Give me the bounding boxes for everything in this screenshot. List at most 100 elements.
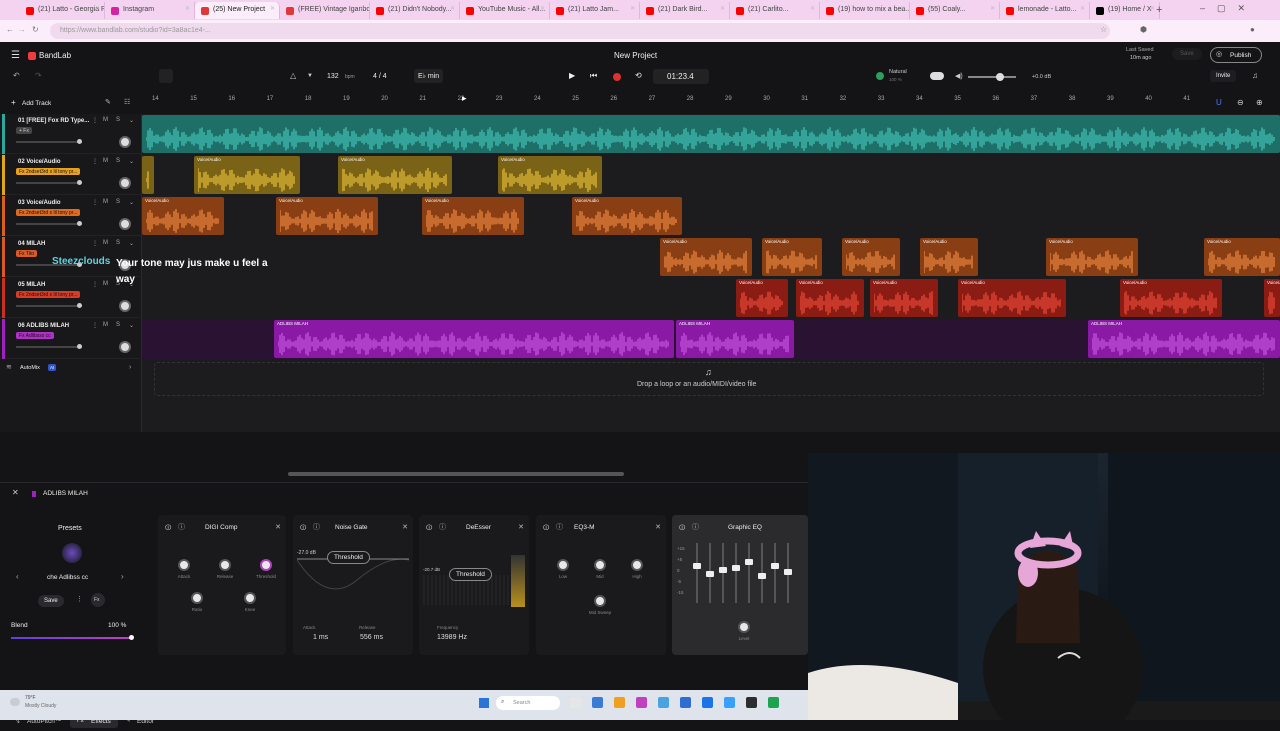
- taskbar-app-icon[interactable]: [570, 697, 581, 708]
- magnet-icon[interactable]: U: [1216, 99, 1222, 107]
- chevron-down-icon[interactable]: ⌄: [129, 158, 134, 165]
- audio-region[interactable]: Voice/Audio: [1046, 238, 1138, 276]
- reload-icon[interactable]: ↻: [32, 26, 39, 34]
- track-volume-slider[interactable]: [16, 139, 82, 144]
- invite-button[interactable]: Invite: [1210, 70, 1237, 82]
- effect-card[interactable]: ⏼ ⓘ EQ3-M ✕ Low Mid High Mid Sweep: [536, 515, 666, 655]
- more-options-icon[interactable]: ⋮: [92, 240, 98, 247]
- eq-band-slider[interactable]: [774, 543, 776, 603]
- menu-icon[interactable]: ☰: [11, 51, 20, 61]
- natural-toggle[interactable]: [930, 72, 944, 80]
- preset-save-button[interactable]: Save: [38, 595, 64, 607]
- knob[interactable]: [244, 592, 256, 604]
- new-tab-button[interactable]: +: [1156, 4, 1162, 16]
- forward-icon[interactable]: →: [18, 26, 26, 34]
- chevron-right-icon[interactable]: ›: [129, 364, 131, 371]
- track-volume-slider[interactable]: [16, 303, 82, 308]
- fx-chain-button[interactable]: Fx: [91, 593, 105, 607]
- browser-tab[interactable]: (FREE) Vintage Iganbo... ✕: [280, 2, 370, 19]
- eq-band-thumb[interactable]: [693, 563, 701, 569]
- track-lane[interactable]: Voice/Audio Voice/Audio Voice/Audio: [142, 155, 1280, 195]
- track-pan-knob[interactable]: [119, 218, 131, 230]
- track-name[interactable]: 01 [FREE] Fox RD Type...: [18, 118, 89, 124]
- taskbar-app-icon[interactable]: [658, 697, 669, 708]
- track-fx-chip[interactable]: Fx 2ndset3rd x lil tony pr...: [16, 209, 81, 216]
- eq-band-slider[interactable]: [722, 543, 724, 603]
- more-options-icon[interactable]: ⋮: [92, 117, 98, 124]
- track-volume-slider[interactable]: [16, 180, 82, 185]
- blend-slider-thumb[interactable]: [129, 635, 134, 640]
- audio-region[interactable]: ADLIBS MILAH: [274, 320, 674, 358]
- browser-tab[interactable]: lemonade - Latto... ✕: [1000, 2, 1090, 19]
- knob[interactable]: [219, 559, 231, 571]
- browser-tab[interactable]: (21) Latto Jam... ✕: [550, 2, 640, 19]
- volume-thumb[interactable]: [77, 139, 82, 144]
- zoom-in-icon[interactable]: ⊕: [1256, 99, 1263, 107]
- eq-band-thumb[interactable]: [745, 559, 753, 565]
- power-toggle-icon[interactable]: ⏼: [543, 524, 549, 532]
- track-lane[interactable]: Voice/Audio Voice/Audio Voice/Audio Voice/A…: [142, 237, 1280, 277]
- tab-close-icon[interactable]: ✕: [1080, 6, 1085, 12]
- audio-region[interactable]: Voice/Audio: [194, 156, 300, 194]
- chevron-down-icon[interactable]: ⌄: [129, 199, 134, 206]
- audio-region[interactable]: Voice/Audio: [762, 238, 822, 276]
- track-name[interactable]: 02 Voice/Audio: [18, 159, 61, 165]
- chevron-down-icon[interactable]: ▼: [307, 73, 313, 79]
- skip-back-icon[interactable]: ⏮: [590, 72, 597, 80]
- undo-icon[interactable]: ↶: [13, 72, 20, 80]
- deesser-band[interactable]: [511, 555, 525, 607]
- audio-region[interactable]: ADLIBS MILAH: [676, 320, 794, 358]
- master-volume-thumb[interactable]: [996, 73, 1004, 81]
- solo-button[interactable]: S: [116, 322, 120, 328]
- audio-region[interactable]: Voice/Audio: [1264, 279, 1280, 317]
- power-toggle-icon[interactable]: ⏼: [300, 524, 306, 532]
- back-icon[interactable]: ←: [6, 26, 14, 34]
- eq-band-thumb[interactable]: [706, 571, 714, 577]
- info-icon[interactable]: ⓘ: [313, 524, 320, 531]
- track-name[interactable]: 04 MILAH: [18, 241, 45, 247]
- volume-thumb[interactable]: [77, 303, 82, 308]
- eq-band-slider[interactable]: [735, 543, 737, 603]
- bookmark-star-icon[interactable]: ☆: [1100, 26, 1107, 34]
- eq-band-thumb[interactable]: [732, 565, 740, 571]
- audio-region[interactable]: Voice/Audio: [660, 238, 752, 276]
- audio-region[interactable]: Voice/Audio: [422, 197, 524, 235]
- tab-close-icon[interactable]: ✕: [720, 6, 725, 12]
- publish-button[interactable]: ◎ Publish: [1210, 47, 1262, 63]
- more-options-icon[interactable]: ⋮: [92, 158, 98, 165]
- effect-card[interactable]: ⏼ ⓘ Graphic EQ +15 +5 0 -5 -15 Level: [672, 515, 808, 655]
- pencil-icon[interactable]: ✎: [105, 99, 111, 106]
- mute-button[interactable]: M: [103, 240, 108, 246]
- knob[interactable]: [191, 592, 203, 604]
- track-fx-chip[interactable]: Fx Tito: [16, 250, 38, 257]
- effect-card[interactable]: ⏼ ⓘ Noise Gate ✕ -27.0 dB Threshold Attack 1 ms…: [293, 515, 413, 655]
- browser-tab[interactable]: YouTube Music - All... ✕: [460, 2, 550, 19]
- threshold-pill[interactable]: Threshold: [327, 551, 370, 564]
- volume-thumb[interactable]: [77, 344, 82, 349]
- preset-next-icon[interactable]: ›: [121, 573, 124, 581]
- track-header[interactable]: 03 Voice/Audio Fx 2ndset3rd x lil tony pr…: [0, 196, 142, 236]
- chevron-down-icon[interactable]: ⌄: [129, 117, 134, 124]
- browser-tab[interactable]: (21) Carlito... ✕: [730, 2, 820, 19]
- audio-region[interactable]: [142, 156, 154, 194]
- automix-row[interactable]: ≋ AutoMix AI ›: [0, 360, 142, 378]
- audio-region[interactable]: Voice/Audio: [870, 279, 938, 317]
- mixer-icon[interactable]: ☷: [124, 99, 130, 106]
- track-header[interactable]: 02 Voice/Audio Fx 2ndset3rd x lil tony pr…: [0, 155, 142, 195]
- add-track-button[interactable]: Add Track: [22, 100, 51, 107]
- taskbar-app-icon[interactable]: [592, 697, 603, 708]
- solo-button[interactable]: S: [116, 117, 120, 123]
- key-selector[interactable]: E♭ min: [414, 69, 444, 83]
- audio-region[interactable]: Voice/Audio: [498, 156, 602, 194]
- track-name[interactable]: 03 Voice/Audio: [18, 200, 61, 206]
- horizontal-scrollbar[interactable]: [288, 472, 624, 476]
- close-icon[interactable]: ✕: [518, 524, 524, 531]
- close-icon[interactable]: ✕: [655, 524, 661, 531]
- profile-icon[interactable]: ●: [1250, 26, 1255, 34]
- track-volume-slider[interactable]: [16, 221, 82, 226]
- close-icon[interactable]: ✕: [402, 524, 408, 531]
- attack-value[interactable]: 1 ms: [313, 634, 328, 641]
- timeline-ruler[interactable]: 14 15 16 17 18 19 20 21 22 23 24 25 26 27 28 29 30 31 32 33…: [142, 92, 1280, 114]
- knob[interactable]: [631, 559, 643, 571]
- frequency-value[interactable]: 13989 Hz: [437, 634, 467, 641]
